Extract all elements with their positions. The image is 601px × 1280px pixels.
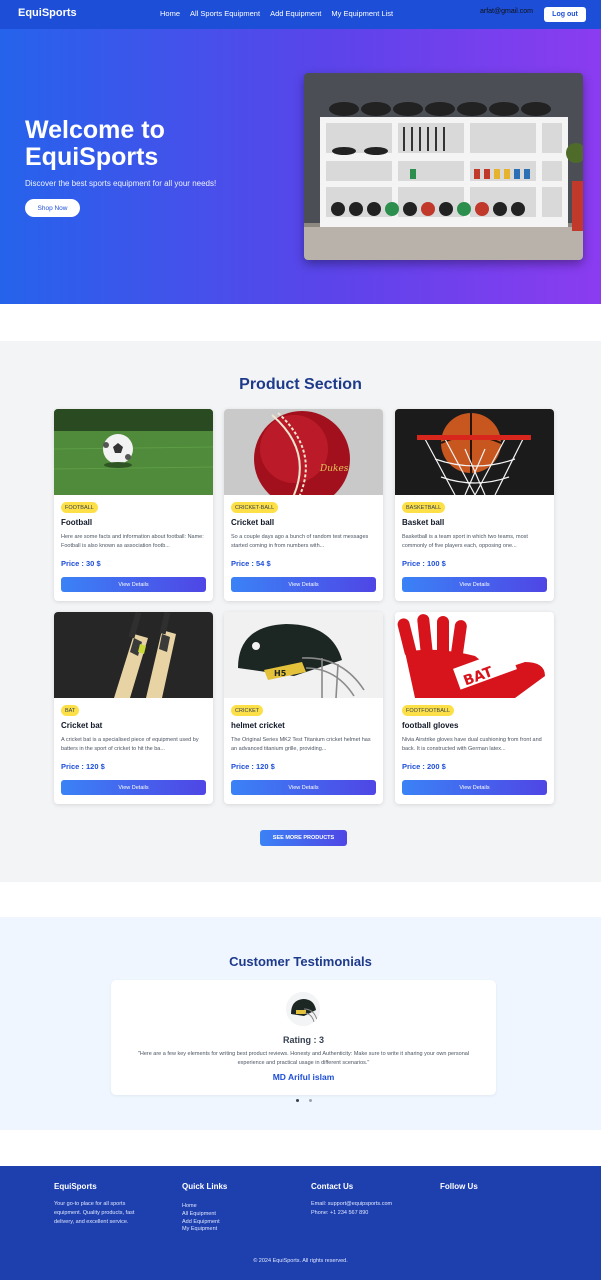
cricket-helmet-image: H5 bbox=[224, 612, 383, 698]
footer-link-my-equipment[interactable]: My Equipment bbox=[182, 1226, 220, 1232]
product-description: Here are some facts and information abou… bbox=[61, 534, 204, 549]
product-name: Cricket ball bbox=[231, 518, 275, 527]
price-label: Price : bbox=[61, 762, 87, 771]
product-card: FOOTBALL Football Here are some facts an… bbox=[54, 409, 213, 601]
nav-link-all-equipment[interactable]: All Sports Equipment bbox=[190, 9, 260, 18]
contact-title: Contact Us bbox=[311, 1182, 354, 1191]
testimonials-title: Customer Testimonials bbox=[229, 954, 372, 969]
product-description: Basketball is a team sport in which two … bbox=[402, 534, 528, 549]
price-value: 100 $ bbox=[427, 559, 446, 568]
product-card: BAT FOOTFOOTBALL football gloves Nivia A… bbox=[395, 612, 554, 804]
product-description: A cricket bat is a specialised piece of … bbox=[61, 737, 199, 752]
contact-email: Email: support@equipsports.com bbox=[311, 1201, 393, 1207]
product-name: Basket ball bbox=[402, 518, 445, 527]
goalkeeper-gloves-image: BAT bbox=[395, 612, 554, 698]
product-name: Football bbox=[61, 518, 93, 527]
category-badge: FOOTFOOTBALL bbox=[402, 705, 455, 716]
nav-link-my-equipment[interactable]: My Equipment List bbox=[331, 9, 393, 18]
price-value: 120 $ bbox=[86, 762, 105, 771]
product-card: Dukes CRICKET-BALL Cricket ball So a cou… bbox=[224, 409, 383, 601]
view-details-button[interactable]: View Details bbox=[231, 577, 376, 592]
follow-title: Follow Us bbox=[440, 1182, 478, 1191]
footer-link-home[interactable]: Home bbox=[182, 1203, 220, 1209]
price-label: Price : bbox=[231, 762, 257, 771]
price-value: 200 $ bbox=[427, 762, 446, 771]
price-label: Price : bbox=[231, 559, 257, 568]
testimonial-author: MD Ariful islam bbox=[272, 1072, 335, 1082]
basketball-image bbox=[395, 409, 554, 495]
product-price: Price : 200 $ bbox=[402, 762, 446, 771]
shop-now-button[interactable]: Shop Now bbox=[25, 199, 80, 217]
nav-links: Home All Sports Equipment Add Equipment … bbox=[160, 9, 393, 18]
category-badge: FOOTBALL bbox=[61, 502, 98, 513]
avatar bbox=[286, 992, 320, 1026]
see-more-products-button[interactable]: SEE MORE PRODUCTS bbox=[260, 830, 347, 846]
product-section-title: Product Section bbox=[239, 376, 362, 393]
price-value: 30 $ bbox=[86, 559, 101, 568]
svg-text:H5: H5 bbox=[274, 669, 287, 678]
view-details-button[interactable]: View Details bbox=[61, 577, 206, 592]
category-badge: BAT bbox=[61, 705, 80, 716]
hero-section: Welcome to EquiSports Discover the best … bbox=[0, 29, 601, 304]
product-description: Nivia Airstrike gloves have dual cushion… bbox=[402, 737, 542, 752]
quick-links-title: Quick Links bbox=[182, 1182, 228, 1191]
logout-button[interactable]: Log out bbox=[544, 7, 586, 22]
product-card: BASKETBALL Basket ball Basketball is a t… bbox=[395, 409, 554, 601]
cricket-bat-image bbox=[54, 612, 213, 698]
testimonials-section: Customer Testimonials Rating : 3 "Here a… bbox=[0, 917, 601, 1130]
svg-text:Dukes: Dukes bbox=[319, 464, 349, 474]
price-value: 54 $ bbox=[256, 559, 271, 568]
footer: EquiSports Your go-to place for all spor… bbox=[0, 1166, 601, 1280]
carousel-dot-active[interactable] bbox=[296, 1099, 299, 1102]
footer-link-all-equipment[interactable]: All Equipment bbox=[182, 1211, 220, 1217]
product-description: The Original Series MK2 Test Titanium cr… bbox=[231, 737, 371, 752]
view-details-button[interactable]: View Details bbox=[231, 780, 376, 795]
product-price: Price : 120 $ bbox=[231, 762, 275, 771]
copyright: © 2024 EquiSports. All rights reserved. bbox=[253, 1258, 348, 1264]
price-value: 120 $ bbox=[256, 762, 275, 771]
product-price: Price : 100 $ bbox=[402, 559, 446, 568]
hero-subtitle: Discover the best sports equipment for a… bbox=[25, 179, 217, 188]
product-description: So a couple days ago a bunch of random t… bbox=[231, 534, 369, 549]
product-price: Price : 54 $ bbox=[231, 559, 271, 568]
view-details-button[interactable]: View Details bbox=[402, 780, 547, 795]
testimonial-quote: "Here are a few key elements for writing… bbox=[137, 1051, 470, 1066]
cricket-ball-image: Dukes bbox=[224, 409, 383, 495]
view-details-button[interactable]: View Details bbox=[61, 780, 206, 795]
price-label: Price : bbox=[61, 559, 87, 568]
product-name: football gloves bbox=[402, 721, 459, 730]
hero-gym-image bbox=[304, 73, 583, 260]
nav-link-add-equipment[interactable]: Add Equipment bbox=[270, 9, 321, 18]
product-card: BAT Cricket bat A cricket bat is a speci… bbox=[54, 612, 213, 804]
view-details-button[interactable]: View Details bbox=[402, 577, 547, 592]
category-badge: CRICKET bbox=[231, 705, 264, 716]
carousel-dot[interactable] bbox=[309, 1099, 312, 1102]
contact-phone: Phone: +1 234 567 890 bbox=[311, 1210, 369, 1216]
hero-title: Welcome to EquiSports bbox=[25, 116, 165, 171]
brand-logo[interactable]: EquiSports bbox=[18, 7, 77, 19]
football-image bbox=[54, 409, 213, 495]
product-card: H5 CRICKET helmet cricket The Original S… bbox=[224, 612, 383, 804]
price-label: Price : bbox=[402, 762, 428, 771]
rating-label: Rating : 3 bbox=[282, 1035, 324, 1045]
category-badge: CRICKET-BALL bbox=[231, 502, 279, 513]
nav-link-home[interactable]: Home bbox=[160, 9, 180, 18]
product-price: Price : 120 $ bbox=[61, 762, 105, 771]
product-section: Product Section FOOTBALL Football Here a… bbox=[0, 341, 601, 882]
navbar: EquiSports Home All Sports Equipment Add… bbox=[0, 0, 601, 29]
testimonial-card: Rating : 3 "Here are a few key elements … bbox=[111, 980, 496, 1095]
category-badge: BASKETBALL bbox=[402, 502, 446, 513]
footer-brand: EquiSports bbox=[54, 1182, 97, 1191]
price-label: Price : bbox=[402, 559, 428, 568]
product-price: Price : 30 $ bbox=[61, 559, 101, 568]
product-name: helmet cricket bbox=[231, 721, 285, 730]
user-email: arfat@gmail.com bbox=[480, 8, 534, 15]
product-name: Cricket bat bbox=[61, 721, 103, 730]
quick-links: Home All Equipment Add Equipment My Equi… bbox=[182, 1203, 220, 1232]
footer-link-add-equipment[interactable]: Add Equipment bbox=[182, 1219, 220, 1225]
footer-about: Your go-to place for all sports equipmen… bbox=[54, 1201, 135, 1225]
